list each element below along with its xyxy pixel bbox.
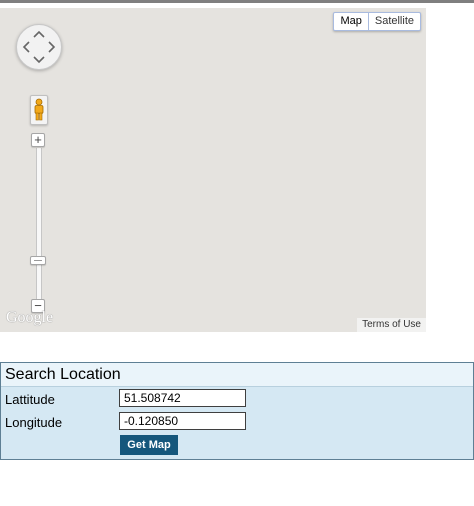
- map-canvas[interactable]: Map Satellite + − Google Terms of Use: [0, 8, 426, 332]
- top-divider: [0, 0, 474, 3]
- zoom-slider-handle[interactable]: [30, 256, 46, 265]
- street-view-pegman[interactable]: [30, 95, 48, 125]
- pegman-icon: [34, 98, 44, 121]
- latitude-input[interactable]: [119, 389, 246, 407]
- pan-arrows-icon: [22, 30, 56, 64]
- terms-of-use-link[interactable]: Terms of Use: [357, 318, 426, 332]
- pan-control[interactable]: [16, 24, 62, 70]
- zoom-in-button[interactable]: +: [31, 133, 45, 147]
- map-type-map-button[interactable]: Map: [334, 13, 369, 30]
- map-type-control: Map Satellite: [333, 12, 421, 31]
- map-type-satellite-button[interactable]: Satellite: [369, 13, 420, 30]
- panel-title: Search Location: [1, 363, 473, 387]
- longitude-label: Longitude: [5, 415, 63, 430]
- get-map-button[interactable]: Get Map: [120, 435, 178, 455]
- zoom-slider-track[interactable]: [36, 148, 42, 300]
- longitude-input[interactable]: [119, 412, 246, 430]
- google-logo: Google: [6, 309, 54, 326]
- latitude-label: Lattitude: [5, 392, 55, 407]
- search-location-panel: Search Location Lattitude Longitude Get …: [0, 362, 474, 460]
